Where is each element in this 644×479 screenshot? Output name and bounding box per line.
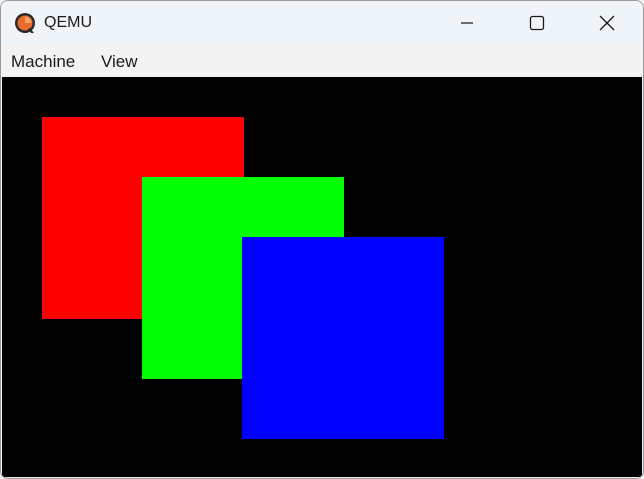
- close-icon: [599, 15, 615, 31]
- window-title: QEMU: [44, 14, 92, 31]
- maximize-button[interactable]: [502, 1, 572, 45]
- maximize-icon: [529, 15, 545, 31]
- menu-machine[interactable]: Machine: [11, 52, 75, 72]
- title-bar[interactable]: QEMU: [1, 1, 643, 45]
- minimize-icon: [461, 22, 473, 24]
- qemu-window: QEMU Machine View: [0, 0, 644, 479]
- blue-square: [242, 237, 444, 439]
- menu-bar: Machine View: [1, 45, 643, 77]
- menu-view[interactable]: View: [101, 52, 138, 72]
- qemu-logo-icon: [15, 13, 35, 33]
- minimize-button[interactable]: [432, 1, 502, 45]
- close-button[interactable]: [572, 1, 642, 45]
- vm-display[interactable]: [2, 77, 642, 477]
